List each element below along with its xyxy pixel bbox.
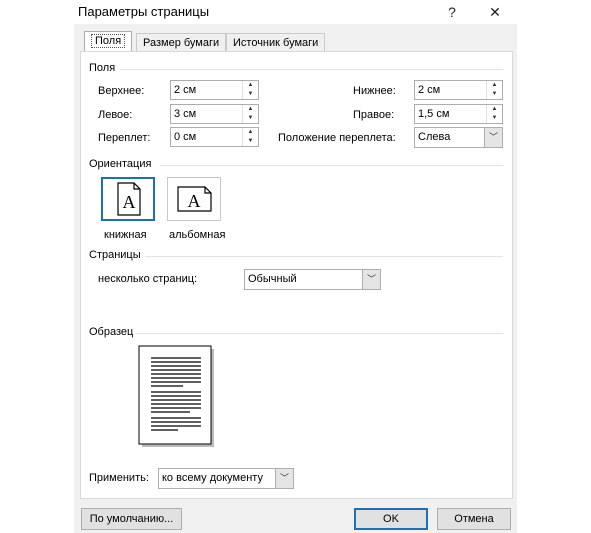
right-margin-spinner[interactable]: 1,5 см ▲ ▼	[414, 104, 503, 124]
close-icon[interactable]: ✕	[475, 0, 515, 24]
orientation-section-label: Ориентация	[89, 158, 152, 170]
preview-divider	[136, 333, 503, 334]
bottom-margin-spinner[interactable]: 2 см ▲ ▼	[414, 80, 503, 100]
gutter-value: 0 см	[174, 131, 197, 143]
portrait-page-icon: A	[117, 182, 141, 216]
margins-divider	[120, 69, 503, 70]
right-margin-value: 1,5 см	[418, 108, 450, 120]
right-margin-label: Правое:	[353, 109, 395, 121]
landscape-label: альбомная	[169, 229, 226, 241]
orientation-divider	[160, 165, 503, 166]
left-margin-value: 3 см	[174, 108, 197, 120]
spin-down-icon[interactable]: ▼	[487, 90, 502, 99]
preview-page-icon	[138, 345, 214, 447]
title-bar: Параметры страницы ? ✕	[74, 0, 517, 24]
window-title: Параметры страницы	[78, 4, 210, 19]
apply-label: Применить:	[89, 472, 149, 484]
spin-up-icon[interactable]: ▲	[243, 81, 258, 90]
gutter-arrows: ▲ ▼	[242, 128, 258, 146]
tab-margins-label: Поля	[91, 34, 126, 48]
bottom-margin-value: 2 см	[418, 84, 441, 96]
bottom-margin-label: Нижнее:	[353, 85, 396, 97]
apply-to-select[interactable]: ко всему документу ﹀	[158, 468, 294, 489]
landscape-page-icon: A	[177, 186, 212, 212]
multiple-pages-value: Обычный	[248, 273, 297, 285]
landscape-orientation-button[interactable]: A	[167, 177, 221, 221]
spin-up-icon[interactable]: ▲	[243, 105, 258, 114]
ok-button[interactable]: OK	[354, 508, 428, 530]
tab-paper-source[interactable]: Источник бумаги	[226, 33, 326, 52]
top-margin-value: 2 см	[174, 84, 197, 96]
left-margin-spinner[interactable]: 3 см ▲ ▼	[170, 104, 259, 124]
gutter-position-label: Положение переплета:	[278, 132, 396, 144]
gutter-position-select[interactable]: Слева ﹀	[414, 127, 503, 148]
spin-up-icon[interactable]: ▲	[243, 128, 258, 137]
top-margin-spinner[interactable]: 2 см ▲ ▼	[170, 80, 259, 100]
chevron-down-icon[interactable]: ﹀	[484, 128, 502, 147]
margins-section-label: Поля	[89, 62, 116, 74]
spin-down-icon[interactable]: ▼	[243, 90, 258, 99]
preview-section-label: Образец	[89, 326, 134, 338]
spin-down-icon[interactable]: ▼	[243, 137, 258, 146]
gutter-label: Переплет:	[98, 132, 151, 144]
multiple-pages-label: несколько страниц:	[98, 273, 198, 285]
portrait-orientation-button[interactable]: A	[101, 177, 155, 221]
left-margin-label: Левое:	[98, 109, 133, 121]
tab-margins[interactable]: Поля	[84, 31, 133, 53]
pages-section-label: Страницы	[89, 249, 141, 261]
landscape-glyph: A	[188, 191, 201, 211]
gutter-spinner[interactable]: 0 см ▲ ▼	[170, 127, 259, 147]
multiple-pages-select[interactable]: Обычный ﹀	[244, 269, 381, 290]
apply-to-value: ко всему документу	[162, 472, 263, 484]
spin-up-icon[interactable]: ▲	[487, 105, 502, 114]
help-icon[interactable]: ?	[432, 0, 472, 24]
portrait-label: книжная	[104, 229, 147, 241]
tab-paper-source-label: Источник бумаги	[233, 37, 319, 49]
set-default-button[interactable]: По умолчанию...	[81, 508, 182, 530]
spin-down-icon[interactable]: ▼	[487, 114, 502, 123]
left-margin-arrows: ▲ ▼	[242, 105, 258, 123]
chevron-down-icon[interactable]: ﹀	[362, 270, 380, 289]
spin-up-icon[interactable]: ▲	[487, 81, 502, 90]
pages-divider	[145, 256, 503, 257]
top-margin-label: Верхнее:	[98, 85, 145, 97]
gutter-position-value: Слева	[418, 131, 451, 143]
tab-paper-size-label: Размер бумаги	[143, 37, 220, 49]
cancel-button[interactable]: Отмена	[437, 508, 511, 530]
chevron-down-icon[interactable]: ﹀	[275, 469, 293, 488]
top-margin-arrows: ▲ ▼	[242, 81, 258, 99]
portrait-glyph: A	[123, 192, 136, 212]
bottom-margin-arrows: ▲ ▼	[486, 81, 502, 99]
right-margin-arrows: ▲ ▼	[486, 105, 502, 123]
tab-paper-size[interactable]: Размер бумаги	[136, 33, 227, 52]
spin-down-icon[interactable]: ▼	[243, 114, 258, 123]
